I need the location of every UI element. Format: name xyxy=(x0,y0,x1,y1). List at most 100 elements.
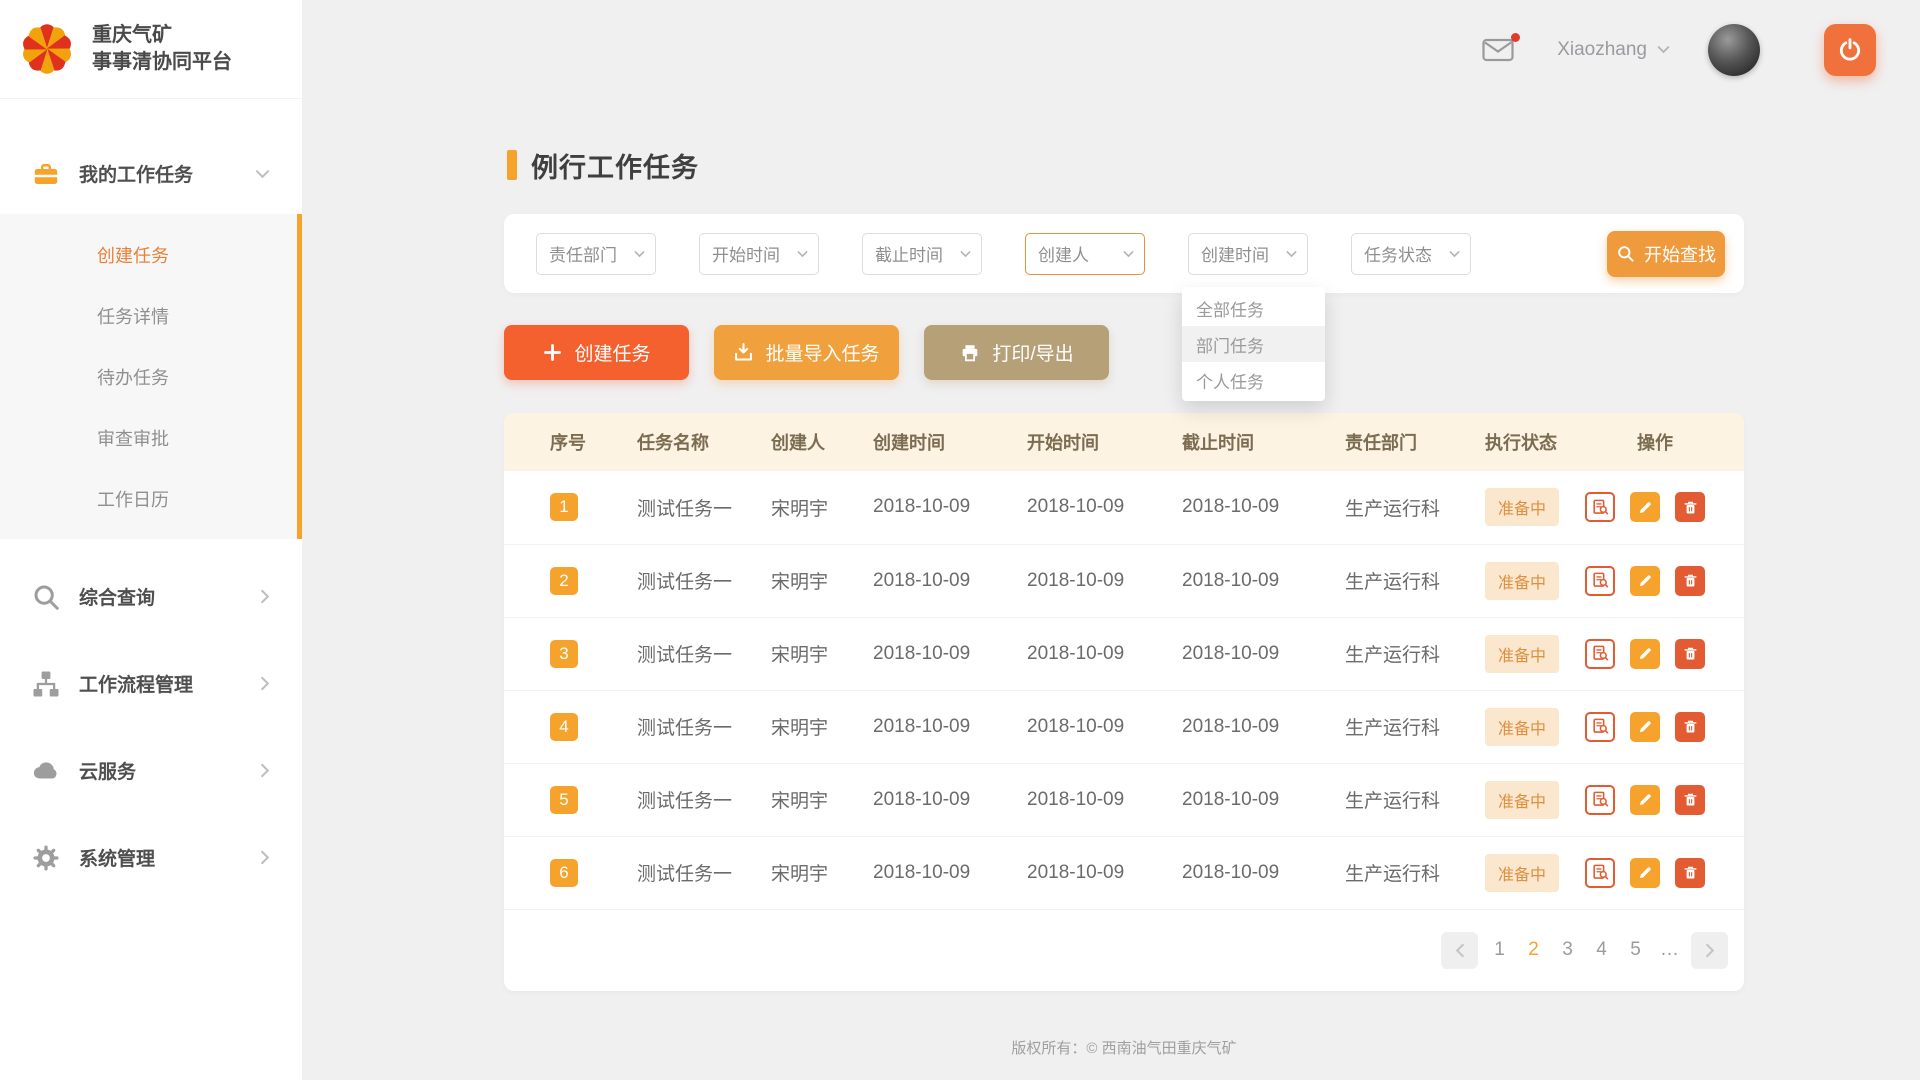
sidebar-item-workflow-management[interactable]: 工作流程管理 xyxy=(0,640,302,727)
chevron-down-icon xyxy=(960,250,971,258)
view-detail-button[interactable] xyxy=(1585,492,1615,522)
pagination-prev-button[interactable] xyxy=(1441,932,1478,969)
edit-button[interactable] xyxy=(1630,566,1660,596)
printer-icon xyxy=(959,342,981,364)
gear-icon xyxy=(30,842,62,874)
view-detail-icon xyxy=(1591,717,1610,736)
batch-import-button[interactable]: 批量导入任务 xyxy=(714,325,899,380)
col-header-actions: 操作 xyxy=(1585,413,1744,471)
view-detail-button[interactable] xyxy=(1585,785,1615,815)
sidebar-subitem-task-detail[interactable]: 任务详情 xyxy=(0,285,297,346)
cell-end-time: 2018-10-09 xyxy=(1182,544,1345,617)
delete-button[interactable] xyxy=(1675,712,1705,742)
col-header-no: 序号 xyxy=(504,413,637,471)
sidebar-subitem-todo-tasks[interactable]: 待办任务 xyxy=(0,346,297,407)
user-menu-chevron-down-icon[interactable] xyxy=(1657,45,1670,54)
edit-button[interactable] xyxy=(1630,712,1660,742)
pagination-page-1[interactable]: 1 xyxy=(1487,939,1512,961)
logout-power-button[interactable] xyxy=(1824,24,1876,76)
view-detail-icon xyxy=(1591,571,1610,590)
delete-button[interactable] xyxy=(1675,639,1705,669)
edit-button[interactable] xyxy=(1630,785,1660,815)
cell-creator: 宋明宇 xyxy=(771,836,873,909)
view-detail-icon xyxy=(1591,498,1610,517)
briefcase-icon xyxy=(30,158,62,190)
filter-creator-select[interactable]: 创建人 xyxy=(1025,233,1145,275)
filter-responsible-dept-select[interactable]: 责任部门 xyxy=(536,233,656,275)
import-icon xyxy=(733,342,754,363)
view-detail-button[interactable] xyxy=(1585,566,1615,596)
filter-task-status-select[interactable]: 任务状态 xyxy=(1351,233,1471,275)
sidebar-item-comprehensive-query[interactable]: 综合查询 xyxy=(0,553,302,640)
status-badge: 准备中 xyxy=(1485,781,1559,819)
brand-title-line1: 重庆气矿 xyxy=(92,22,232,49)
sidebar-item-cloud-services[interactable]: 云服务 xyxy=(0,727,302,814)
table-header-row: 序号 任务名称 创建人 创建时间 开始时间 截止时间 责任部门 执行状态 操作 xyxy=(504,413,1744,471)
delete-button[interactable] xyxy=(1675,785,1705,815)
cell-start-time: 2018-10-09 xyxy=(1027,471,1182,544)
pagination-page-3[interactable]: 3 xyxy=(1555,939,1580,961)
delete-button[interactable] xyxy=(1675,492,1705,522)
dropdown-option-all-tasks[interactable]: 全部任务 xyxy=(1182,290,1325,326)
sidebar-nav: 我的工作任务 创建任务 任务详情 待办任务 审查审批 工作日历 综合查询 xyxy=(0,133,302,901)
cell-create-time: 2018-10-09 xyxy=(873,617,1027,690)
create-task-button[interactable]: 创建任务 xyxy=(504,325,689,380)
avatar[interactable] xyxy=(1708,24,1760,76)
filter-label: 创建时间 xyxy=(1201,241,1269,266)
view-detail-button[interactable] xyxy=(1585,712,1615,742)
sidebar-subitem-review-approval[interactable]: 审查审批 xyxy=(0,407,297,468)
edit-button[interactable] xyxy=(1630,639,1660,669)
cloud-icon xyxy=(30,755,62,787)
cell-start-time: 2018-10-09 xyxy=(1027,690,1182,763)
pagination-page-2-active[interactable]: 2 xyxy=(1521,939,1546,961)
dropdown-option-personal-tasks[interactable]: 个人任务 xyxy=(1182,362,1325,398)
username[interactable]: Xiaozhang xyxy=(1557,39,1647,61)
edit-button[interactable] xyxy=(1630,492,1660,522)
print-export-button[interactable]: 打印/导出 xyxy=(924,325,1109,380)
filter-create-time-select[interactable]: 创建时间 xyxy=(1188,233,1308,275)
delete-icon xyxy=(1682,864,1699,881)
sidebar-item-label: 云服务 xyxy=(79,757,136,784)
filter-start-time-select[interactable]: 开始时间 xyxy=(699,233,819,275)
sidebar-item-label: 我的工作任务 xyxy=(79,160,193,187)
view-detail-icon xyxy=(1591,790,1610,809)
cell-start-time: 2018-10-09 xyxy=(1027,617,1182,690)
delete-button[interactable] xyxy=(1675,858,1705,888)
filter-bar: 责任部门 开始时间 截止时间 创建人 创建时间 任务状态 xyxy=(504,214,1744,293)
cell-start-time: 2018-10-09 xyxy=(1027,544,1182,617)
pagination-page-4[interactable]: 4 xyxy=(1589,939,1614,961)
status-badge: 准备中 xyxy=(1485,708,1559,746)
plus-icon xyxy=(542,342,563,363)
sidebar-other-sections: 综合查询 工作流程管理 xyxy=(0,553,302,901)
mail-icon[interactable] xyxy=(1481,37,1515,63)
pagination: 1 2 3 4 5 … xyxy=(504,910,1744,991)
sidebar-subitem-work-calendar[interactable]: 工作日历 xyxy=(0,468,297,529)
sidebar-item-my-tasks[interactable]: 我的工作任务 xyxy=(0,133,302,214)
cell-task-name: 测试任务一 xyxy=(637,617,771,690)
cell-end-time: 2018-10-09 xyxy=(1182,836,1345,909)
table-row: 5 测试任务一 宋明宇 2018-10-09 2018-10-09 2018-1… xyxy=(504,763,1744,836)
edit-icon xyxy=(1637,572,1654,589)
chevron-down-icon xyxy=(1123,250,1134,258)
filter-end-time-select[interactable]: 截止时间 xyxy=(862,233,982,275)
sidebar-item-label: 综合查询 xyxy=(79,583,155,610)
search-button[interactable]: 开始查找 xyxy=(1607,231,1725,277)
sidebar-subitem-create-task[interactable]: 创建任务 xyxy=(0,224,297,285)
sidebar-item-system-management[interactable]: 系统管理 xyxy=(0,814,302,901)
delete-icon xyxy=(1682,499,1699,516)
view-detail-button[interactable] xyxy=(1585,639,1615,669)
col-header-task-name: 任务名称 xyxy=(637,413,771,471)
status-badge: 准备中 xyxy=(1485,854,1559,892)
brand-header: 重庆气矿 事事清协同平台 xyxy=(0,0,302,99)
edit-button[interactable] xyxy=(1630,858,1660,888)
pagination-page-5[interactable]: 5 xyxy=(1623,939,1648,961)
edit-icon xyxy=(1637,864,1654,881)
view-detail-button[interactable] xyxy=(1585,858,1615,888)
delete-button[interactable] xyxy=(1675,566,1705,596)
search-icon xyxy=(30,581,62,613)
cell-create-time: 2018-10-09 xyxy=(873,544,1027,617)
edit-icon xyxy=(1637,499,1654,516)
pagination-next-button[interactable] xyxy=(1691,932,1728,969)
dropdown-option-dept-tasks[interactable]: 部门任务 xyxy=(1182,326,1325,362)
table-row: 3 测试任务一 宋明宇 2018-10-09 2018-10-09 2018-1… xyxy=(504,617,1744,690)
